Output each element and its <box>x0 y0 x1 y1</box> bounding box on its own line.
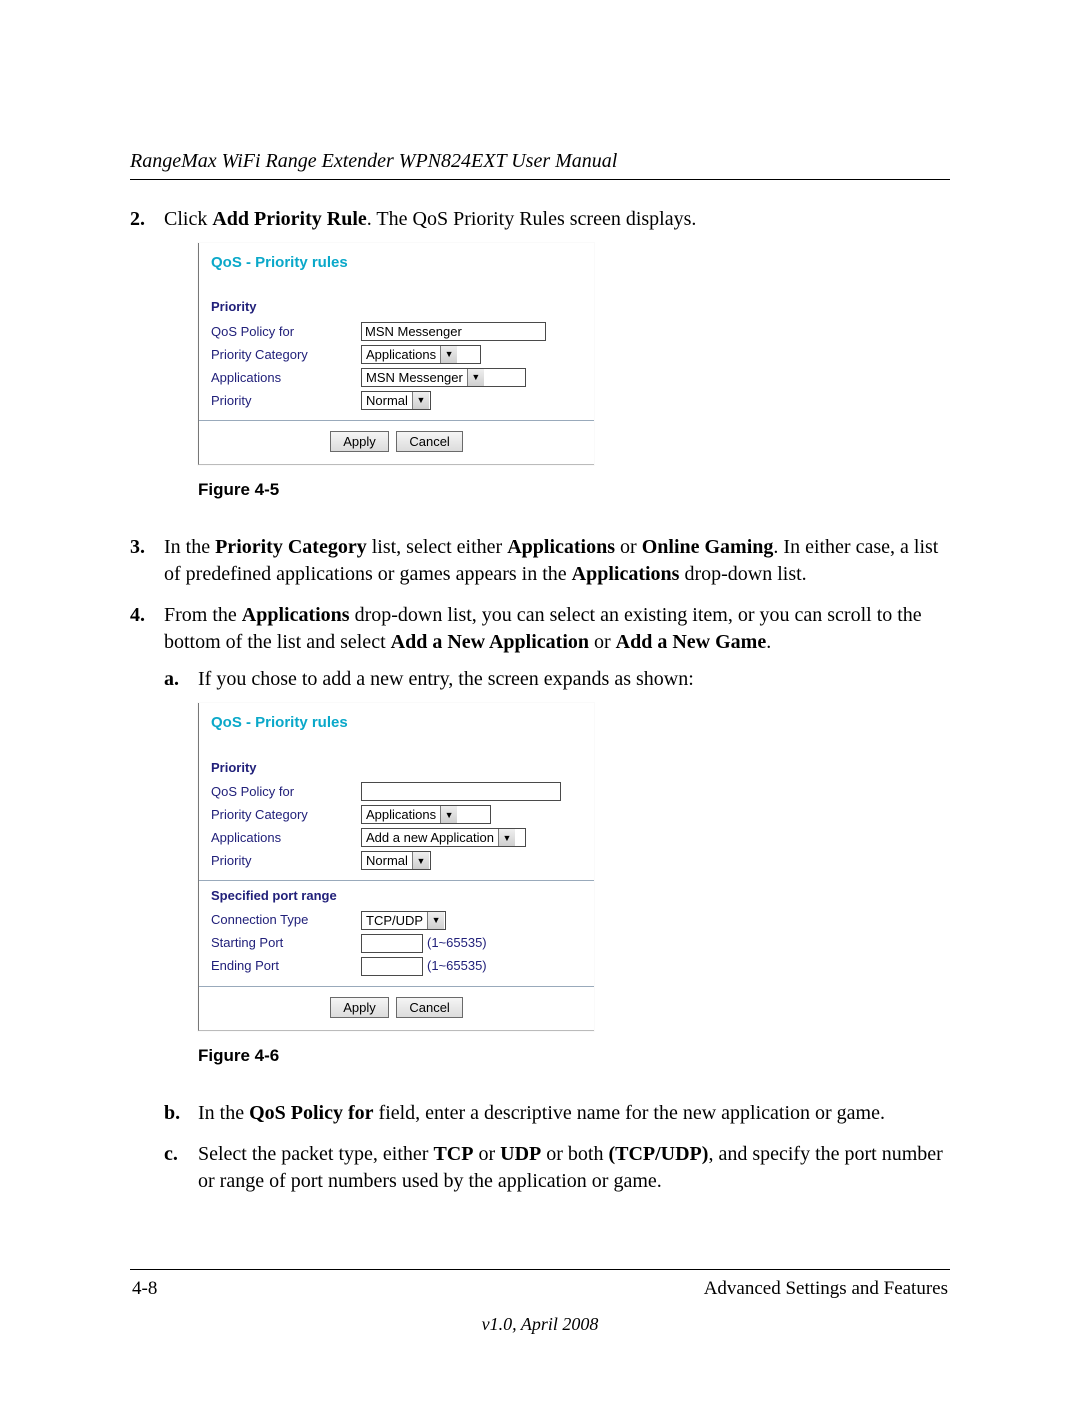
section-title: Advanced Settings and Features <box>704 1278 948 1300</box>
chevron-down-icon: ▼ <box>440 806 457 823</box>
qos-policy-for-label: QoS Policy for <box>211 783 361 801</box>
port-range-hint: (1~65535) <box>427 934 487 952</box>
qos-policy-for-label: QoS Policy for <box>211 323 361 341</box>
chevron-down-icon: ▼ <box>412 392 429 409</box>
priority-category-select[interactable]: Applications ▼ <box>361 805 491 824</box>
qos-policy-for-input[interactable] <box>361 322 546 341</box>
chevron-down-icon: ▼ <box>440 346 457 363</box>
footer-rule <box>130 1269 950 1270</box>
step-3: 3. In the Priority Category list, select… <box>130 534 950 588</box>
section-heading-priority: Priority <box>211 757 582 781</box>
port-range-hint: (1~65535) <box>427 957 487 975</box>
step-4a: a. If you chose to add a new entry, the … <box>164 666 950 1086</box>
header-rule <box>130 179 950 180</box>
priority-select[interactable]: Normal ▼ <box>361 391 431 410</box>
figure-4-5-caption: Figure 4-5 <box>198 479 696 502</box>
priority-select[interactable]: Normal ▼ <box>361 851 431 870</box>
section-heading-priority: Priority <box>211 296 582 320</box>
priority-label: Priority <box>211 852 361 870</box>
step-2: 2. Click Add Priority Rule. The QoS Prio… <box>130 206 950 520</box>
priority-category-select[interactable]: Applications ▼ <box>361 345 481 364</box>
step-number: 3. <box>130 534 164 588</box>
figure-4-5-panel: QoS - Priority rules Priority QoS Policy… <box>198 243 594 465</box>
priority-category-label: Priority Category <box>211 806 361 824</box>
sub-letter: a. <box>164 666 198 1086</box>
applications-label: Applications <box>211 369 361 387</box>
panel-title: QoS - Priority rules <box>199 703 594 752</box>
step-4c: c. Select the packet type, either TCP or… <box>164 1141 950 1195</box>
cancel-button[interactable]: Cancel <box>396 431 462 453</box>
page-footer: 4-8 Advanced Settings and Features v1.0,… <box>130 1269 950 1335</box>
applications-select[interactable]: MSN Messenger ▼ <box>361 368 526 387</box>
step-4: 4. From the Applications drop-down list,… <box>130 602 950 1209</box>
applications-select[interactable]: Add a new Application ▼ <box>361 828 526 847</box>
figure-4-6-caption: Figure 4-6 <box>198 1045 694 1068</box>
connection-type-label: Connection Type <box>211 911 361 929</box>
chevron-down-icon: ▼ <box>498 829 515 846</box>
applications-label: Applications <box>211 829 361 847</box>
figure-4-6-panel: QoS - Priority rules Priority QoS Policy… <box>198 703 594 1031</box>
chevron-down-icon: ▼ <box>427 912 444 929</box>
priority-category-label: Priority Category <box>211 346 361 364</box>
page-number: 4-8 <box>132 1278 157 1300</box>
ending-port-input[interactable] <box>361 957 423 976</box>
step-4b: b. In the QoS Policy for field, enter a … <box>164 1100 950 1127</box>
ending-port-label: Ending Port <box>211 957 361 975</box>
priority-label: Priority <box>211 392 361 410</box>
step-number: 2. <box>130 206 164 520</box>
section-heading-port-range: Specified port range <box>211 885 582 909</box>
apply-button[interactable]: Apply <box>330 997 389 1019</box>
panel-title: QoS - Priority rules <box>199 243 594 292</box>
apply-button[interactable]: Apply <box>330 431 389 453</box>
qos-policy-for-input[interactable] <box>361 782 561 801</box>
version-line: v1.0, April 2008 <box>130 1314 950 1335</box>
starting-port-label: Starting Port <box>211 934 361 952</box>
sub-letter: c. <box>164 1141 198 1195</box>
sub-letter: b. <box>164 1100 198 1127</box>
step-number: 4. <box>130 602 164 1209</box>
chevron-down-icon: ▼ <box>467 369 484 386</box>
chevron-down-icon: ▼ <box>412 852 429 869</box>
cancel-button[interactable]: Cancel <box>396 997 462 1019</box>
connection-type-select[interactable]: TCP/UDP ▼ <box>361 911 446 930</box>
running-header: RangeMax WiFi Range Extender WPN824EXT U… <box>130 150 950 173</box>
starting-port-input[interactable] <box>361 934 423 953</box>
